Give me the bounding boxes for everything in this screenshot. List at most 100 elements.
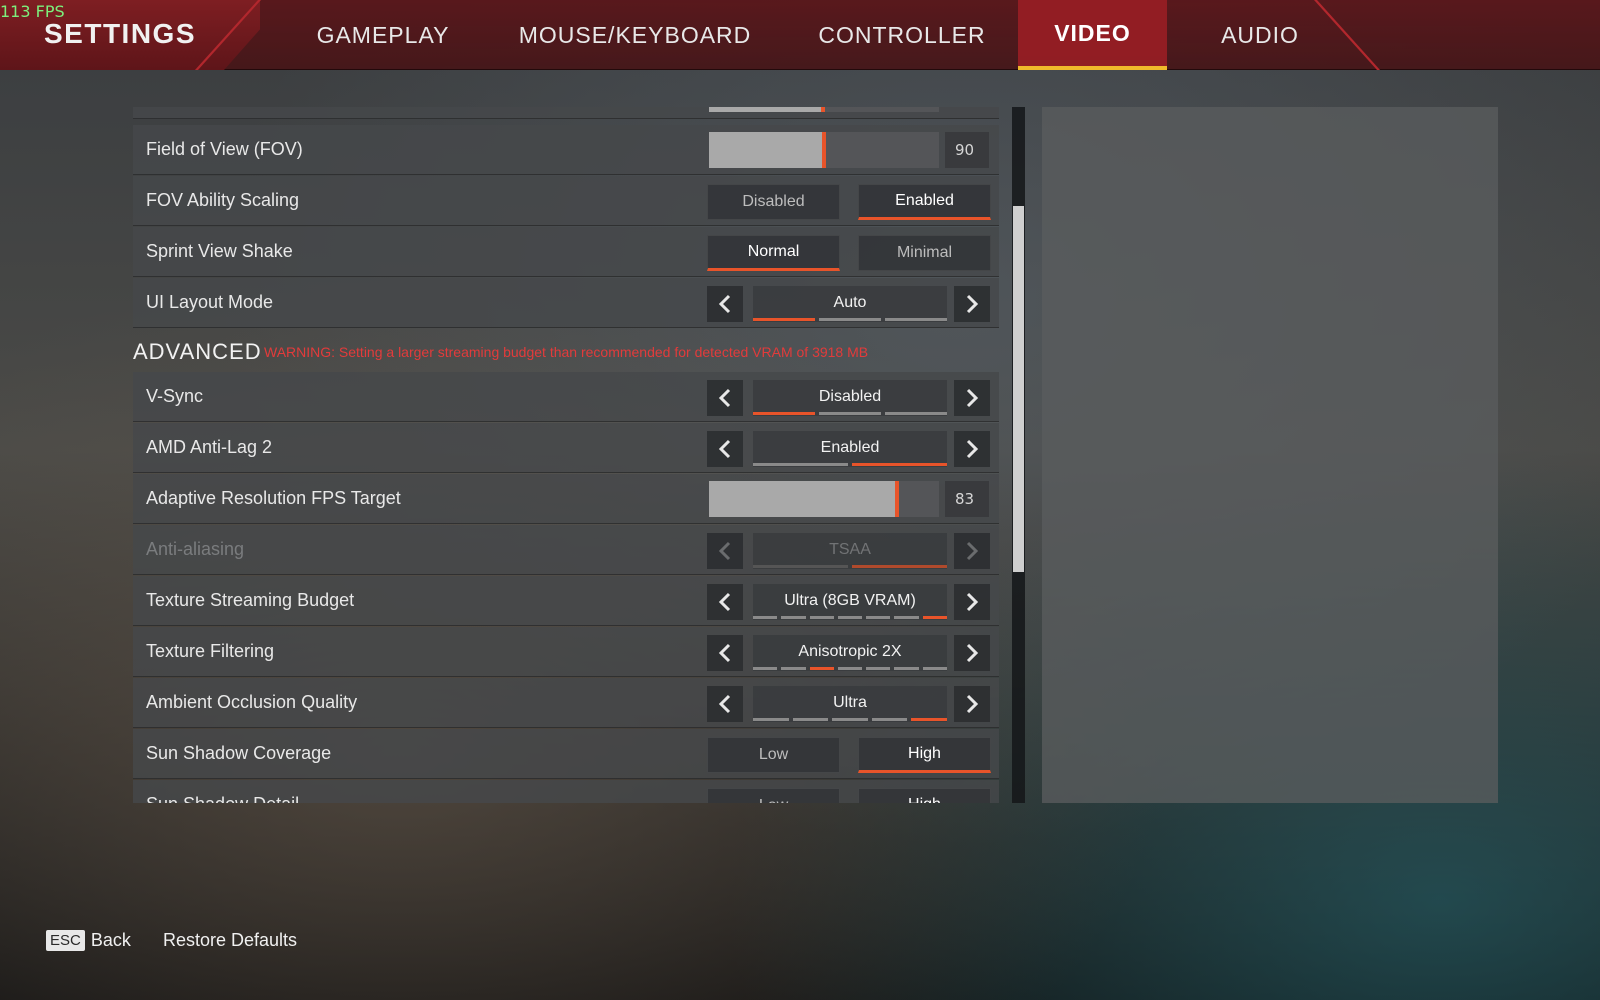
level-segment <box>809 667 834 670</box>
level-segment <box>781 616 806 619</box>
previous-arrow-button[interactable] <box>707 584 743 620</box>
previous-arrow-button[interactable] <box>707 380 743 416</box>
slider-fill <box>709 107 821 112</box>
level-segment <box>922 616 947 619</box>
setting-row-ui-layout-mode: UI Layout Mode Auto <box>133 278 999 328</box>
option-enabled-button[interactable]: Enabled <box>858 184 991 220</box>
stepper-value-text: Disabled <box>818 388 882 405</box>
stepper-value: Anisotropic 2X <box>753 635 947 671</box>
setting-label: AMD Anti-Lag 2 <box>146 437 273 457</box>
stepper-value: Enabled <box>753 431 947 467</box>
option-low-button[interactable]: Low <box>707 788 840 803</box>
page-title: SETTINGS <box>44 18 197 49</box>
level-segment <box>753 718 789 721</box>
tab-mouse-keyboard[interactable]: MOUSE/KEYBOARD <box>514 0 756 70</box>
fov-slider[interactable] <box>709 132 939 168</box>
next-arrow-button[interactable] <box>954 286 990 322</box>
tab-gameplay[interactable]: GAMEPLAY <box>312 0 454 70</box>
level-segment <box>792 718 829 721</box>
slider-fill <box>709 132 822 168</box>
option-disabled-button[interactable]: Disabled <box>707 184 840 220</box>
scrollbar-thumb[interactable] <box>1013 206 1024 572</box>
setting-row-texture-filtering: Texture Filtering Anisotropic 2X <box>133 627 999 677</box>
slider-fill <box>709 481 895 517</box>
next-arrow-button[interactable] <box>954 686 990 722</box>
level-segment <box>753 565 848 568</box>
stepper-value-text: Ultra (8GB VRAM) <box>784 592 916 609</box>
slider[interactable] <box>709 107 939 112</box>
adaptive-fps-slider[interactable] <box>709 481 939 517</box>
level-segment <box>871 718 908 721</box>
next-arrow-button[interactable] <box>954 584 990 620</box>
section-advanced: ADVANCED WARNING: Setting a larger strea… <box>133 329 999 372</box>
section-heading: ADVANCED <box>133 339 262 364</box>
setting-row-anti-aliasing: Anti-aliasing TSAA <box>133 525 999 575</box>
option-low-button[interactable]: Low <box>707 737 840 773</box>
slider-knob[interactable] <box>895 481 899 517</box>
option-normal-button[interactable]: Normal <box>707 235 840 271</box>
setting-row-fov-ability-scaling: FOV Ability Scaling Disabled Enabled <box>133 176 999 226</box>
option-high-button[interactable]: High <box>858 737 991 773</box>
setting-label: V-Sync <box>146 386 204 406</box>
option-minimal-button[interactable]: Minimal <box>858 235 991 271</box>
next-arrow-button <box>954 533 990 569</box>
level-segment <box>819 318 881 321</box>
previous-arrow-button[interactable] <box>707 635 743 671</box>
stepper-value-text: Anisotropic 2X <box>798 643 902 660</box>
level-segment <box>894 667 919 670</box>
next-arrow-button[interactable] <box>954 431 990 467</box>
level-segment <box>852 463 947 466</box>
stepper-level-indicator <box>753 318 947 321</box>
setting-label: Ambient Occlusion Quality <box>146 692 358 712</box>
stepper-value-text: Auto <box>833 294 867 311</box>
tab-audio[interactable]: AUDIO <box>1196 0 1324 70</box>
level-segment <box>753 616 778 619</box>
slider-knob[interactable] <box>821 107 825 112</box>
stepper-value-text: TSAA <box>829 541 871 558</box>
stepper-level-indicator <box>753 565 947 568</box>
tab-video[interactable]: VIDEO <box>1018 0 1167 70</box>
level-segment <box>819 412 881 415</box>
setting-label: Sprint View Shake <box>146 241 293 261</box>
back-label: Back <box>90 929 131 950</box>
stepper-level-indicator <box>753 463 947 466</box>
previous-arrow-button[interactable] <box>707 286 743 322</box>
fov-value: 90 <box>945 132 989 168</box>
level-segment <box>866 667 891 670</box>
level-segment <box>885 318 947 321</box>
next-arrow-button[interactable] <box>954 635 990 671</box>
setting-row-texture-streaming-budget: Texture Streaming Budget Ultra (8GB VRAM… <box>133 576 999 626</box>
restore-defaults-button[interactable]: Restore Defaults <box>163 926 297 954</box>
settings-scrollbar[interactable] <box>1012 107 1025 803</box>
setting-label: FOV Ability Scaling <box>146 190 300 210</box>
setting-row-vsync: V-Sync Disabled <box>133 372 999 422</box>
level-segment <box>753 667 778 670</box>
previous-arrow-button <box>707 533 743 569</box>
setting-label: Adaptive Resolution FPS Target <box>146 488 401 508</box>
level-segment <box>753 463 848 466</box>
stepper-value: Disabled <box>753 380 947 416</box>
stepper-level-indicator <box>753 667 947 670</box>
setting-row-sprint-view-shake: Sprint View Shake Normal Minimal <box>133 227 999 277</box>
previous-arrow-button[interactable] <box>707 686 743 722</box>
previous-arrow-button[interactable] <box>707 431 743 467</box>
level-segment <box>894 616 919 619</box>
back-button[interactable]: ESC Back <box>46 926 131 954</box>
option-high-button[interactable]: High <box>858 788 991 803</box>
stepper-value: Ultra <box>753 686 947 722</box>
tab-controller[interactable]: CONTROLLER <box>812 0 992 70</box>
stepper-value: Ultra (8GB VRAM) <box>753 584 947 620</box>
top-bar: SETTINGS GAMEPLAY MOUSE/KEYBOARD CONTROL… <box>0 0 1600 70</box>
setting-row-fov: Field of View (FOV) 90 <box>133 125 999 175</box>
slider-knob[interactable] <box>822 132 826 168</box>
setting-row-amd-anti-lag: AMD Anti-Lag 2 Enabled <box>133 423 999 473</box>
next-arrow-button[interactable] <box>954 380 990 416</box>
level-segment <box>885 412 947 415</box>
setting-label: Texture Filtering <box>146 641 275 661</box>
setting-label: Sun Shadow Detail <box>146 794 299 803</box>
level-segment <box>781 667 806 670</box>
level-segment <box>837 667 863 670</box>
setting-label: Texture Streaming Budget <box>146 590 355 610</box>
adaptive-fps-value: 83 <box>945 481 989 517</box>
settings-list: Field of View (FOV) 90 FOV Ability Scali… <box>133 107 999 803</box>
